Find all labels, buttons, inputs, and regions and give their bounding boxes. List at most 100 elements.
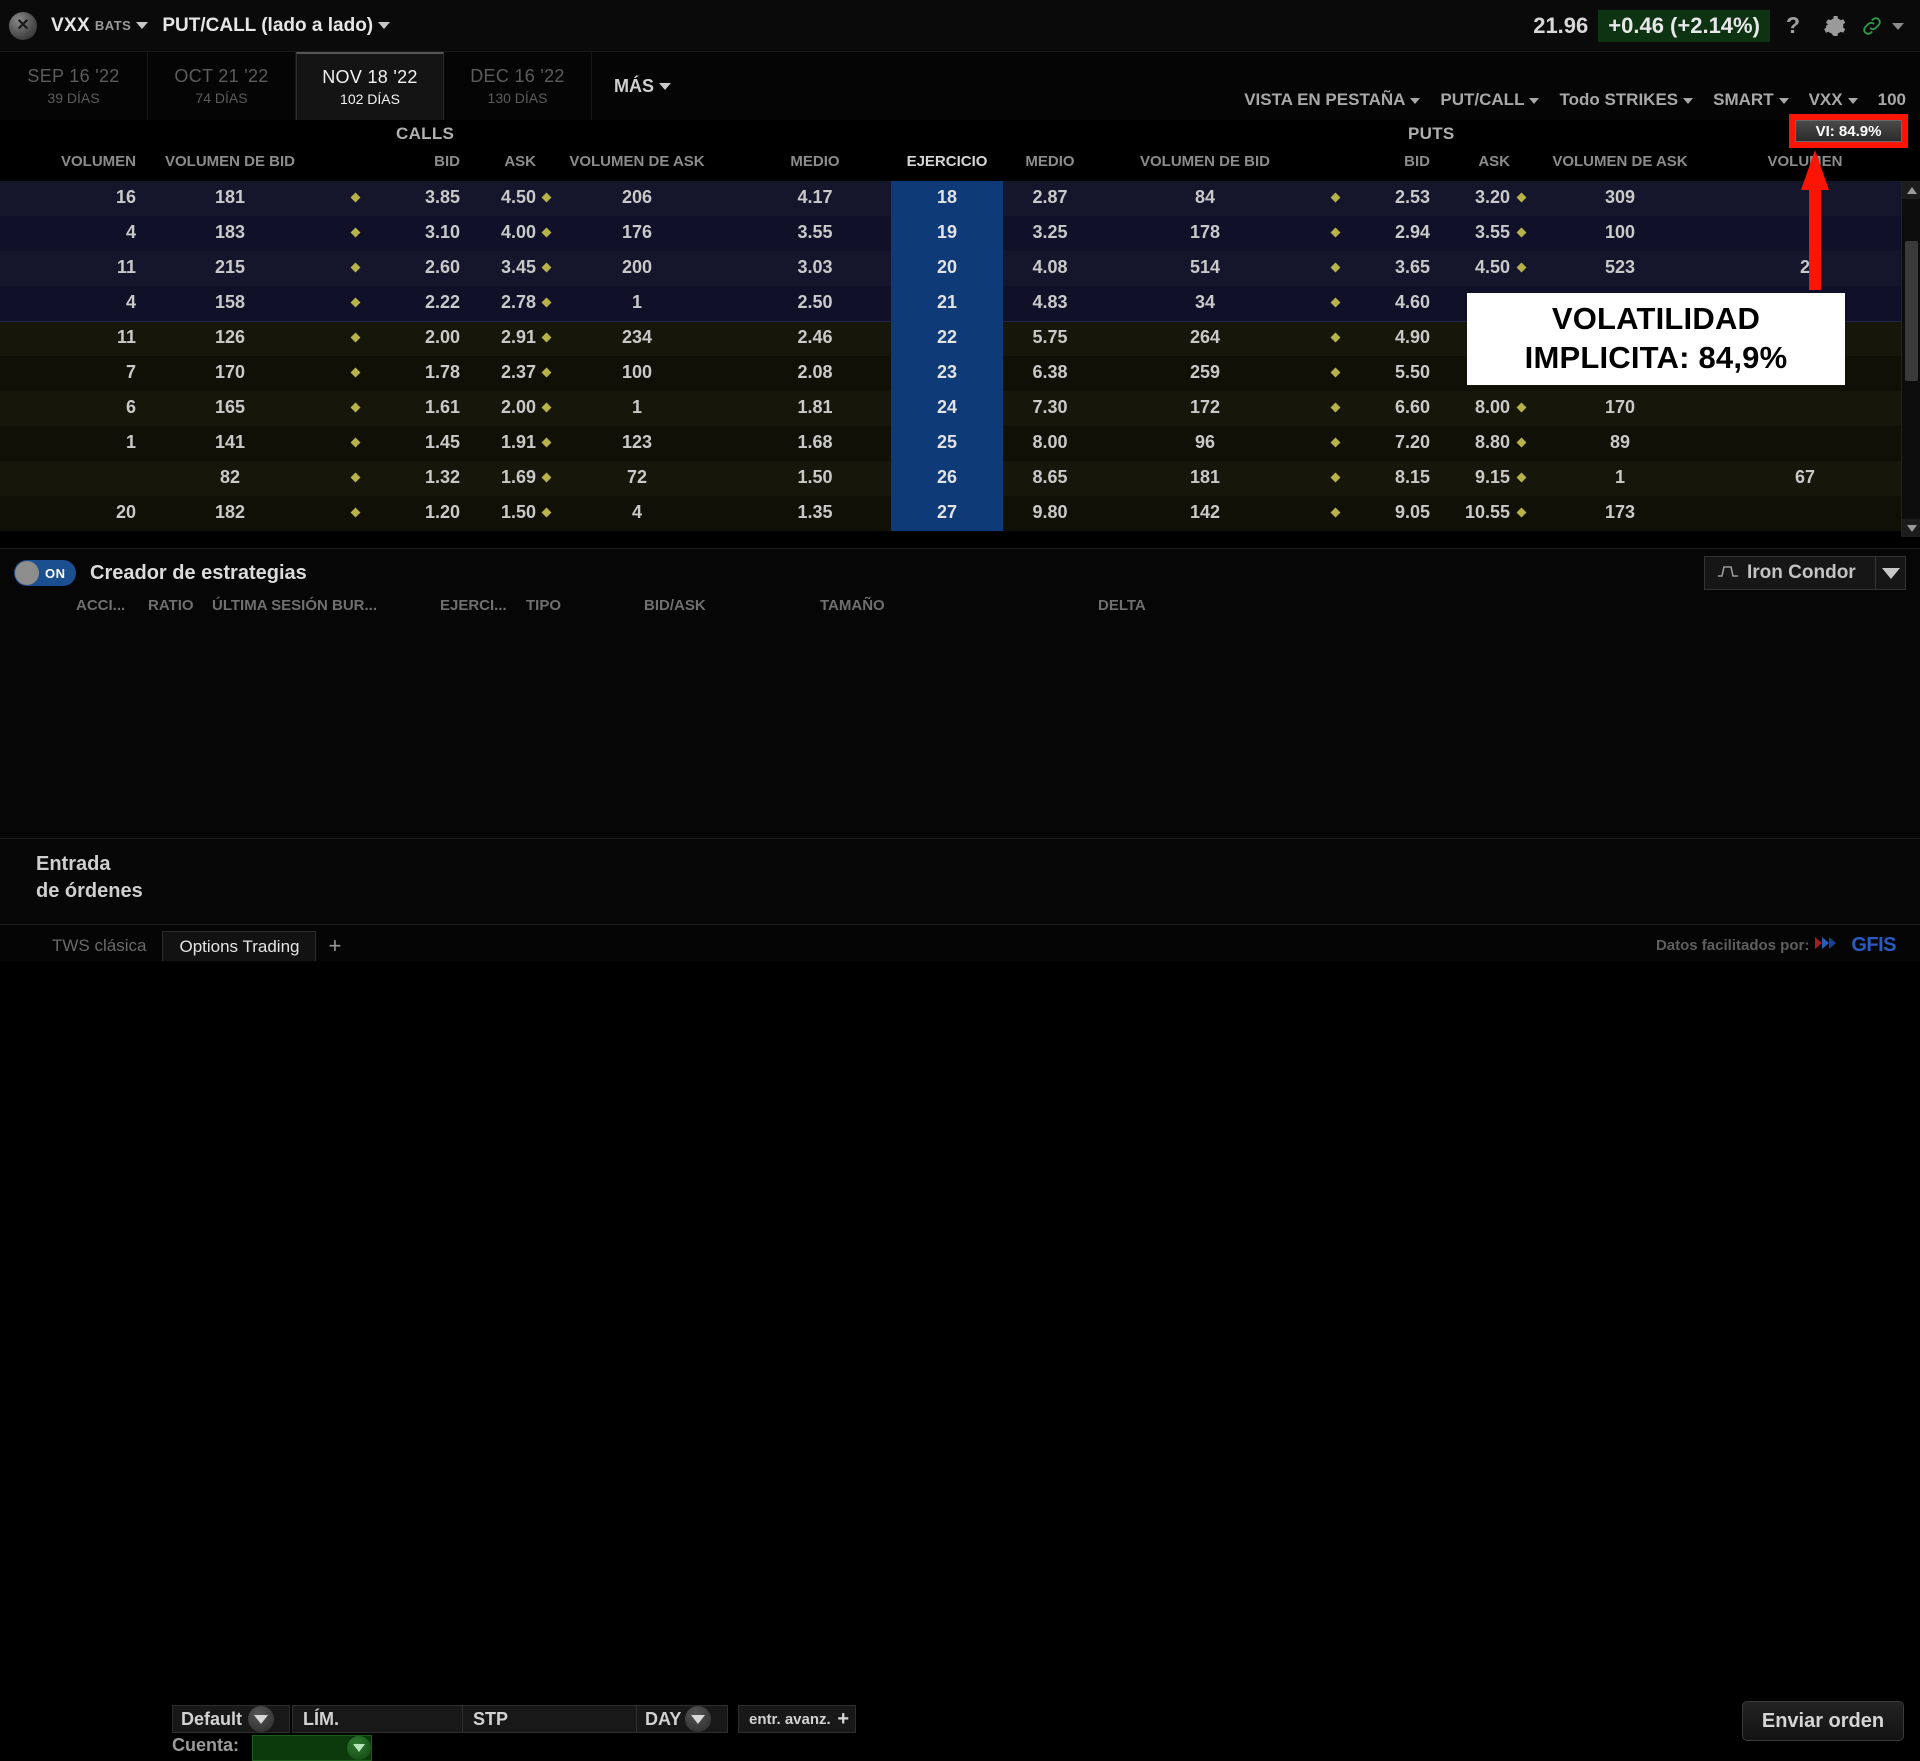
call-ask-volume-cell[interactable]: 72 (542, 467, 732, 488)
control-routing[interactable]: SMART (1713, 90, 1789, 110)
put-bid-cell[interactable]: 6.60 (1360, 397, 1430, 418)
control-strikes[interactable]: Todo STRIKES (1559, 90, 1694, 110)
header-call-volumen-ask[interactable]: VOLUMEN DE ASK (542, 153, 732, 170)
call-bid-volume-cell[interactable]: 182 (140, 502, 320, 523)
time-in-force-select[interactable]: DAY (636, 1705, 728, 1733)
header-call-ask[interactable]: ASK (466, 153, 536, 170)
call-mid-cell[interactable]: 1.35 (770, 502, 860, 523)
call-volume-cell[interactable]: 20 (16, 502, 136, 523)
call-ask-volume-cell[interactable]: 206 (542, 187, 732, 208)
chain-row[interactable]: 82 1.32 1.69 72 1.50 8.65 181 8.15 9.15 1 67 26 (0, 461, 1920, 496)
strike-cell[interactable]: 24 (891, 397, 1003, 418)
call-mid-cell[interactable]: 3.03 (770, 257, 860, 278)
put-bid-volume-cell[interactable]: 259 (1110, 362, 1300, 383)
control-putcall[interactable]: PUT/CALL (1440, 90, 1540, 110)
put-mid-cell[interactable]: 9.80 (1005, 502, 1095, 523)
strike-cell[interactable]: 23 (891, 362, 1003, 383)
put-ask-cell[interactable]: 3.55 (1440, 222, 1510, 243)
stop-price-input[interactable]: STP (462, 1705, 652, 1733)
call-ask-volume-cell[interactable]: 1 (542, 397, 732, 418)
title-bar-chevron-down-icon[interactable] (1892, 17, 1904, 35)
strike-cell[interactable]: 22 (891, 327, 1003, 348)
strike-cell[interactable]: 18 (891, 187, 1003, 208)
put-bid-cell[interactable]: 4.90 (1360, 327, 1430, 348)
advanced-entry-button[interactable]: entr. avanz. + (738, 1705, 856, 1733)
call-bid-volume-cell[interactable]: 158 (140, 292, 320, 313)
put-ask-volume-cell[interactable]: 100 (1520, 222, 1720, 243)
call-ask-volume-cell[interactable]: 200 (542, 257, 732, 278)
header-delta[interactable]: DELTA (1098, 597, 1146, 614)
put-ask-volume-cell[interactable]: 89 (1520, 432, 1720, 453)
call-bid-volume-cell[interactable]: 126 (140, 327, 320, 348)
strike-cell[interactable]: 27 (891, 502, 1003, 523)
put-ask-cell[interactable]: 10.55 (1440, 502, 1510, 523)
implied-volatility-badge[interactable]: VI: 84.9% (1795, 120, 1902, 142)
header-strike[interactable]: EJERCICIO (891, 153, 1003, 170)
put-ask-volume-cell[interactable]: 1 (1520, 467, 1720, 488)
call-ask-volume-cell[interactable]: 176 (542, 222, 732, 243)
call-bid-volume-cell[interactable]: 215 (140, 257, 320, 278)
put-bid-volume-cell[interactable]: 34 (1110, 292, 1300, 313)
link-icon[interactable] (1852, 14, 1892, 38)
put-ask-cell[interactable]: 8.00 (1440, 397, 1510, 418)
call-bid-volume-cell[interactable]: 165 (140, 397, 320, 418)
put-ask-cell[interactable]: 4.50 (1440, 257, 1510, 278)
put-mid-cell[interactable]: 6.38 (1005, 362, 1095, 383)
chain-row[interactable]: 4 183 3.10 4.00 176 3.55 3.25 178 2.94 3.55 100 19 (0, 216, 1920, 251)
call-bid-volume-cell[interactable]: 170 (140, 362, 320, 383)
order-preset-select[interactable]: Default (172, 1705, 290, 1733)
call-mid-cell[interactable]: 3.55 (770, 222, 860, 243)
gear-icon[interactable] (1816, 14, 1852, 38)
call-bid-cell[interactable]: 1.45 (380, 432, 460, 453)
call-mid-cell[interactable]: 4.17 (770, 187, 860, 208)
control-underlying[interactable]: VXX (1809, 90, 1858, 110)
expiry-tab-2[interactable]: NOV 18 '22 102 DÍAS (296, 52, 444, 120)
scrollbar-thumb[interactable] (1905, 241, 1918, 381)
call-bid-cell[interactable]: 3.85 (380, 187, 460, 208)
call-ask-cell[interactable]: 2.78 (466, 292, 536, 313)
call-bid-volume-cell[interactable]: 82 (140, 467, 320, 488)
header-put-medio[interactable]: MEDIO (1005, 153, 1095, 170)
put-ask-volume-cell[interactable]: 170 (1520, 397, 1720, 418)
put-mid-cell[interactable]: 7.30 (1005, 397, 1095, 418)
call-volume-cell[interactable]: 6 (16, 397, 136, 418)
call-ask-cell[interactable]: 4.50 (466, 187, 536, 208)
header-accion[interactable]: ACCI... (76, 597, 125, 614)
call-ask-volume-cell[interactable]: 234 (542, 327, 732, 348)
call-ask-cell[interactable]: 3.45 (466, 257, 536, 278)
call-bid-volume-cell[interactable]: 141 (140, 432, 320, 453)
call-bid-cell[interactable]: 2.00 (380, 327, 460, 348)
footer-tab-tws[interactable]: TWS clásica (36, 931, 162, 961)
put-bid-volume-cell[interactable]: 178 (1110, 222, 1300, 243)
put-bid-cell[interactable]: 9.05 (1360, 502, 1430, 523)
call-bid-cell[interactable]: 1.61 (380, 397, 460, 418)
limit-price-input[interactable]: LÍM. (292, 1705, 482, 1733)
call-bid-cell[interactable]: 2.22 (380, 292, 460, 313)
put-ask-cell[interactable]: 3.20 (1440, 187, 1510, 208)
view-mode-label[interactable]: PUT/CALL (lado a lado) (162, 15, 373, 37)
symbol-label[interactable]: VXX (51, 15, 90, 37)
close-icon[interactable]: ✕ (9, 11, 37, 40)
header-tipo[interactable]: TIPO (526, 597, 561, 614)
call-volume-cell[interactable]: 7 (16, 362, 136, 383)
header-tamano[interactable]: TAMAÑO (820, 597, 885, 614)
call-mid-cell[interactable]: 1.68 (770, 432, 860, 453)
call-bid-cell[interactable]: 3.10 (380, 222, 460, 243)
call-mid-cell[interactable]: 2.08 (770, 362, 860, 383)
call-volume-cell[interactable]: 16 (16, 187, 136, 208)
call-ask-cell[interactable]: 2.91 (466, 327, 536, 348)
expiry-tab-3[interactable]: DEC 16 '22 130 DÍAS (444, 52, 592, 120)
put-ask-volume-cell[interactable]: 309 (1520, 187, 1720, 208)
put-ask-volume-cell[interactable]: 523 (1520, 257, 1720, 278)
header-call-bid[interactable]: BID (380, 153, 460, 170)
header-put-volumen-bid[interactable]: VOLUMEN DE BID (1110, 153, 1300, 170)
header-ultima-sesion[interactable]: ÚLTIMA SESIÓN BUR... (212, 597, 377, 614)
call-ask-volume-cell[interactable]: 1 (542, 292, 732, 313)
expiry-tab-1[interactable]: OCT 21 '22 74 DÍAS (148, 52, 296, 120)
call-bid-cell[interactable]: 2.60 (380, 257, 460, 278)
call-volume-cell[interactable]: 1 (16, 432, 136, 453)
call-ask-volume-cell[interactable]: 100 (542, 362, 732, 383)
put-mid-cell[interactable]: 8.65 (1005, 467, 1095, 488)
chain-row[interactable]: 11 215 2.60 3.45 200 3.03 4.08 514 3.65 4.50 523 2 2… (0, 251, 1920, 286)
put-ask-cell[interactable]: 9.15 (1440, 467, 1510, 488)
